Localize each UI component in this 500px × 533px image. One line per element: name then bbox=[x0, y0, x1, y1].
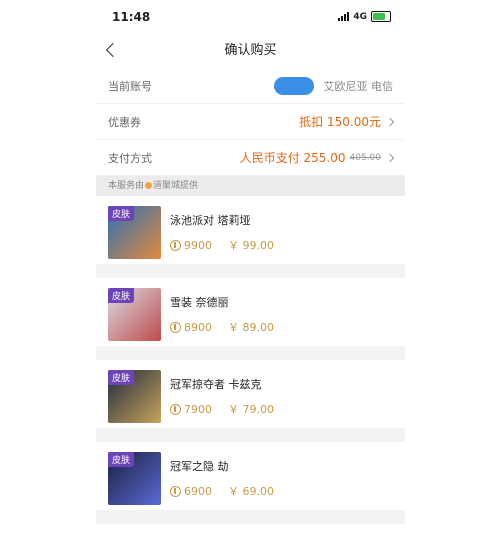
skin-points: 6900 bbox=[184, 484, 212, 498]
skin-price: ￥ 69.00 bbox=[228, 485, 274, 498]
skin-points: 8900 bbox=[184, 320, 212, 334]
skin-points: 7900 bbox=[184, 402, 212, 416]
provider-note: 本服务由 道聚城提供 bbox=[96, 176, 405, 196]
skin-list: 皮肤 泳池派对 塔莉垭 9900 ￥ 99.00 皮肤 雪装 奈德丽 8900 … bbox=[96, 196, 405, 533]
skin-name: 泳池派对 塔莉垭 bbox=[170, 214, 251, 227]
chevron-right-icon bbox=[385, 117, 395, 126]
coin-icon bbox=[170, 485, 181, 497]
status-bar: 11:48 4G bbox=[96, 0, 405, 34]
skin-price: ￥ 99.00 bbox=[228, 239, 274, 252]
battery-icon bbox=[371, 11, 391, 22]
account-server: 艾欧尼亚 电信 bbox=[323, 79, 394, 93]
skin-tag: 皮肤 bbox=[108, 288, 135, 303]
chevron-right-icon bbox=[385, 153, 395, 162]
skin-tag: 皮肤 bbox=[108, 206, 135, 221]
page-title: 确认购买 bbox=[224, 43, 277, 58]
next-skin-item-partial bbox=[96, 524, 405, 533]
coin-icon bbox=[170, 239, 181, 251]
coupon-value: 抵扣 150.00元 bbox=[299, 115, 381, 129]
payment-amount: 人民币支付 255.00 bbox=[239, 151, 346, 165]
skin-thumbnail: 皮肤 bbox=[108, 370, 161, 423]
account-row: 当前账号 艾欧尼亚 电信 bbox=[96, 68, 405, 104]
skin-thumbnail: 皮肤 bbox=[108, 206, 161, 259]
skin-tag: 皮肤 bbox=[108, 452, 135, 467]
skin-item: 皮肤 雪装 奈德丽 8900 ￥ 89.00 bbox=[96, 278, 405, 346]
original-price: 405.00 bbox=[349, 152, 382, 163]
skin-name: 雪装 奈德丽 bbox=[170, 296, 229, 309]
status-time: 11:48 bbox=[112, 10, 151, 24]
coin-icon bbox=[170, 403, 181, 415]
skin-item: 皮肤 冠军之隐 劫 6900 ￥ 69.00 bbox=[96, 442, 405, 510]
coin-icon bbox=[170, 321, 181, 333]
payment-label: 支付方式 bbox=[108, 151, 152, 165]
back-arrow-icon[interactable] bbox=[105, 42, 121, 58]
coupon-label: 优惠券 bbox=[108, 115, 141, 129]
navigation-bar: 确认购买 bbox=[96, 34, 405, 68]
skin-price: ￥ 79.00 bbox=[228, 403, 274, 416]
skin-thumbnail: 皮肤 bbox=[108, 452, 161, 505]
skin-item: 皮肤 冠军掠夺者 卡兹克 7900 ￥ 79.00 bbox=[96, 360, 405, 428]
daojucheng-logo-icon bbox=[145, 182, 153, 189]
signal-icon bbox=[338, 12, 350, 21]
skin-name: 冠军掠夺者 卡兹克 bbox=[170, 378, 262, 391]
coupon-row[interactable]: 优惠券 抵扣 150.00元 bbox=[96, 104, 405, 140]
skin-item: 皮肤 泳池派对 塔莉垭 9900 ￥ 99.00 bbox=[96, 196, 405, 264]
skin-tag: 皮肤 bbox=[108, 370, 135, 385]
payment-row[interactable]: 支付方式 人民币支付 255.00 405.00 bbox=[96, 140, 405, 176]
skin-name: 冠军之隐 劫 bbox=[170, 460, 229, 473]
skin-price: ￥ 89.00 bbox=[228, 321, 274, 334]
status-indicators: 4G bbox=[338, 11, 391, 22]
account-redaction bbox=[273, 76, 314, 95]
account-label: 当前账号 bbox=[108, 79, 152, 93]
skin-points: 9900 bbox=[184, 238, 212, 252]
network-type: 4G bbox=[353, 11, 367, 22]
skin-thumbnail: 皮肤 bbox=[108, 288, 161, 341]
phone-screen: 11:48 4G 确认购买 当前账号 艾欧尼亚 电信 优惠券 抵扣 150.00… bbox=[96, 0, 405, 533]
